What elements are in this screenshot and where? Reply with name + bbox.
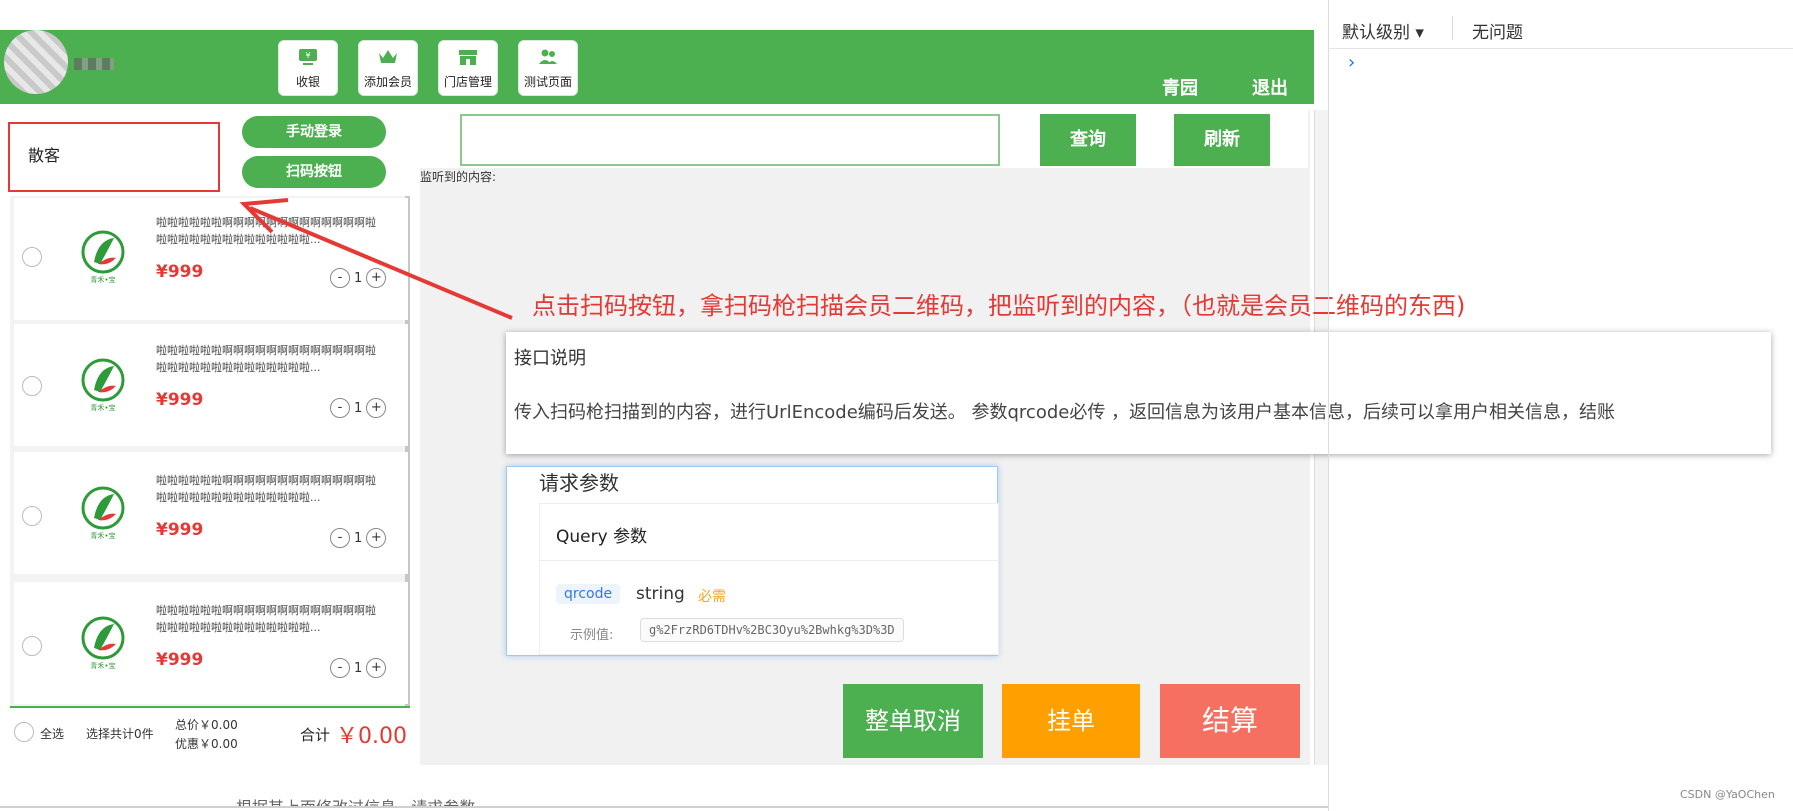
nav-label: 测试页面 [523,75,572,89]
top-bar [0,30,1314,104]
nav-label: 收银 [295,75,320,89]
product-price: ¥999 [156,650,204,670]
quantity-stepper: -1 + [330,398,387,418]
plus-button[interactable]: + [366,398,387,418]
nav-cashier-button[interactable]: ¥ 收银 [278,40,338,96]
discount: 优惠￥0.00 [175,737,238,751]
params-title: 请求参数 [539,471,619,495]
product-desc: 啦啦啦啦啦啦啊啊啊啊啊啊啊啊啊啊啊啊啊啦啦啦啦啦啦啦啦啦啦啦啦啦啦啦... [156,604,376,634]
minus-button[interactable]: - [330,528,350,548]
quantity-value: 1 [354,660,363,676]
store-name[interactable]: 青园 [1162,74,1198,100]
scan-button[interactable]: 扫码按钮 [242,156,386,188]
plus-button[interactable]: + [366,658,387,678]
divider [540,560,998,561]
item-select-radio[interactable] [22,506,42,526]
nav-add-member-button[interactable]: 添加会员 [358,40,418,96]
query-title: Query 参数 [556,527,648,547]
param-name: qrcode [556,584,621,604]
product-logo: 青禾•宝 [78,356,128,412]
query-params-panel: Query 参数 qrcode string 必需 示例值: g%2FrzRD6… [539,503,999,655]
select-all-radio[interactable] [14,722,34,742]
listen-label: 监听到的内容: [420,170,497,184]
watermark: CSDN @YaOChen [1680,788,1775,801]
product-price: ¥999 [156,262,204,282]
request-params-card: 请求参数 Query 参数 qrcode string 必需 示例值: g%2F… [506,466,999,656]
nav-store-button[interactable]: 门店管理 [438,40,498,96]
sum-value: ￥0.00 [336,724,407,749]
quantity-stepper: -1 + [330,268,387,288]
manual-login-button[interactable]: 手动登录 [242,116,386,148]
store-icon [457,47,479,67]
logo-caption: 青禾•宝 [90,531,115,540]
param-type: string [636,584,685,604]
minus-button[interactable]: - [330,398,350,418]
quantity-stepper: -1 + [330,528,387,548]
product-desc: 啦啦啦啦啦啦啊啊啊啊啊啊啊啊啊啊啊啊啊啦啦啦啦啦啦啦啦啦啦啦啦啦啦啦... [156,216,376,246]
logout-link[interactable]: 退出 [1252,74,1288,100]
cancel-order-button[interactable]: 整单取消 [843,684,983,758]
select-all-label[interactable]: 全选 [40,725,64,742]
nav-label: 添加会员 [363,75,412,89]
nav-test-page-button[interactable]: 测试页面 [518,40,578,96]
issues-status[interactable]: 无问题 [1472,18,1523,43]
cutoff-text: 根据其上面修改过信息 · 请求参数 [236,794,475,806]
query-button[interactable]: 查询 [1040,114,1136,166]
product-desc: 啦啦啦啦啦啦啊啊啊啊啊啊啊啊啊啊啊啊啊啦啦啦啦啦啦啦啦啦啦啦啦啦啦啦... [156,474,376,504]
nav-label: 门店管理 [443,75,492,89]
selected-count: 选择共计0件 [86,727,154,741]
divider [1452,16,1453,40]
product-price: ¥999 [156,520,204,540]
quantity-value: 1 [354,400,363,416]
item-select-radio[interactable] [22,376,42,396]
console-prompt-icon[interactable]: › [1348,52,1355,73]
checkout-button[interactable]: 结算 [1160,684,1300,758]
minus-button[interactable]: - [330,268,350,288]
plus-button[interactable]: + [366,528,387,548]
blurred-username [74,58,114,70]
logo-caption: 青禾•宝 [90,403,115,412]
logo-caption: 青禾•宝 [90,275,115,284]
quantity-stepper: -1 + [330,658,387,678]
divider [0,806,1328,808]
api-description: 传入扫码枪扫描到的内容，进行UrlEncode编码后发送。 参数qrcode必传… [514,402,1616,423]
api-title: 接口说明 [514,348,586,369]
param-required: 必需 [698,589,726,605]
sum-label: 合计 [300,726,331,744]
plus-button[interactable]: + [366,268,387,288]
item-select-radio[interactable] [22,247,42,267]
refresh-button[interactable]: 刷新 [1174,114,1270,166]
quantity-value: 1 [354,270,363,286]
avatar[interactable] [4,30,68,94]
product-logo: 青禾•宝 [78,484,128,540]
list-item[interactable] [14,582,408,704]
product-price: ¥999 [156,390,204,410]
example-value[interactable]: g%2FrzRD6TDHv%2BC3Oyu%2Bwhkg%3D%3D [640,618,904,642]
users-icon [537,47,559,67]
example-label: 示例值: [570,628,614,643]
product-logo: 青禾•宝 [78,614,128,670]
api-description-card: 接口说明 传入扫码枪扫描到的内容，进行UrlEncode编码后发送。 参数qrc… [506,332,1771,454]
devtools-divider[interactable] [1328,0,1329,811]
member-name: 散客 [28,146,61,165]
logo-caption: 青禾•宝 [90,661,115,670]
minus-button[interactable]: - [330,658,350,678]
list-item[interactable] [14,452,408,574]
quantity-value: 1 [354,530,363,546]
product-logo: 青禾•宝 [78,228,128,284]
log-level-dropdown[interactable]: 默认级别 ▾ [1342,18,1424,43]
product-desc: 啦啦啦啦啦啦啊啊啊啊啊啊啊啊啊啊啊啊啊啦啦啦啦啦啦啦啦啦啦啦啦啦啦啦... [156,344,376,374]
item-select-radio[interactable] [22,636,42,656]
svg-text:¥: ¥ [305,51,310,60]
search-input[interactable] [460,114,1000,166]
crown-icon [377,47,399,67]
cash-register-icon: ¥ [297,47,319,67]
hold-order-button[interactable]: 挂单 [1002,684,1140,758]
total-price: 总价￥0.00 [175,718,238,732]
annotation-text: 点击扫码按钮，拿扫码枪扫描会员二维码，把监听到的内容，（也就是会员二维码的东西) [532,292,1466,320]
